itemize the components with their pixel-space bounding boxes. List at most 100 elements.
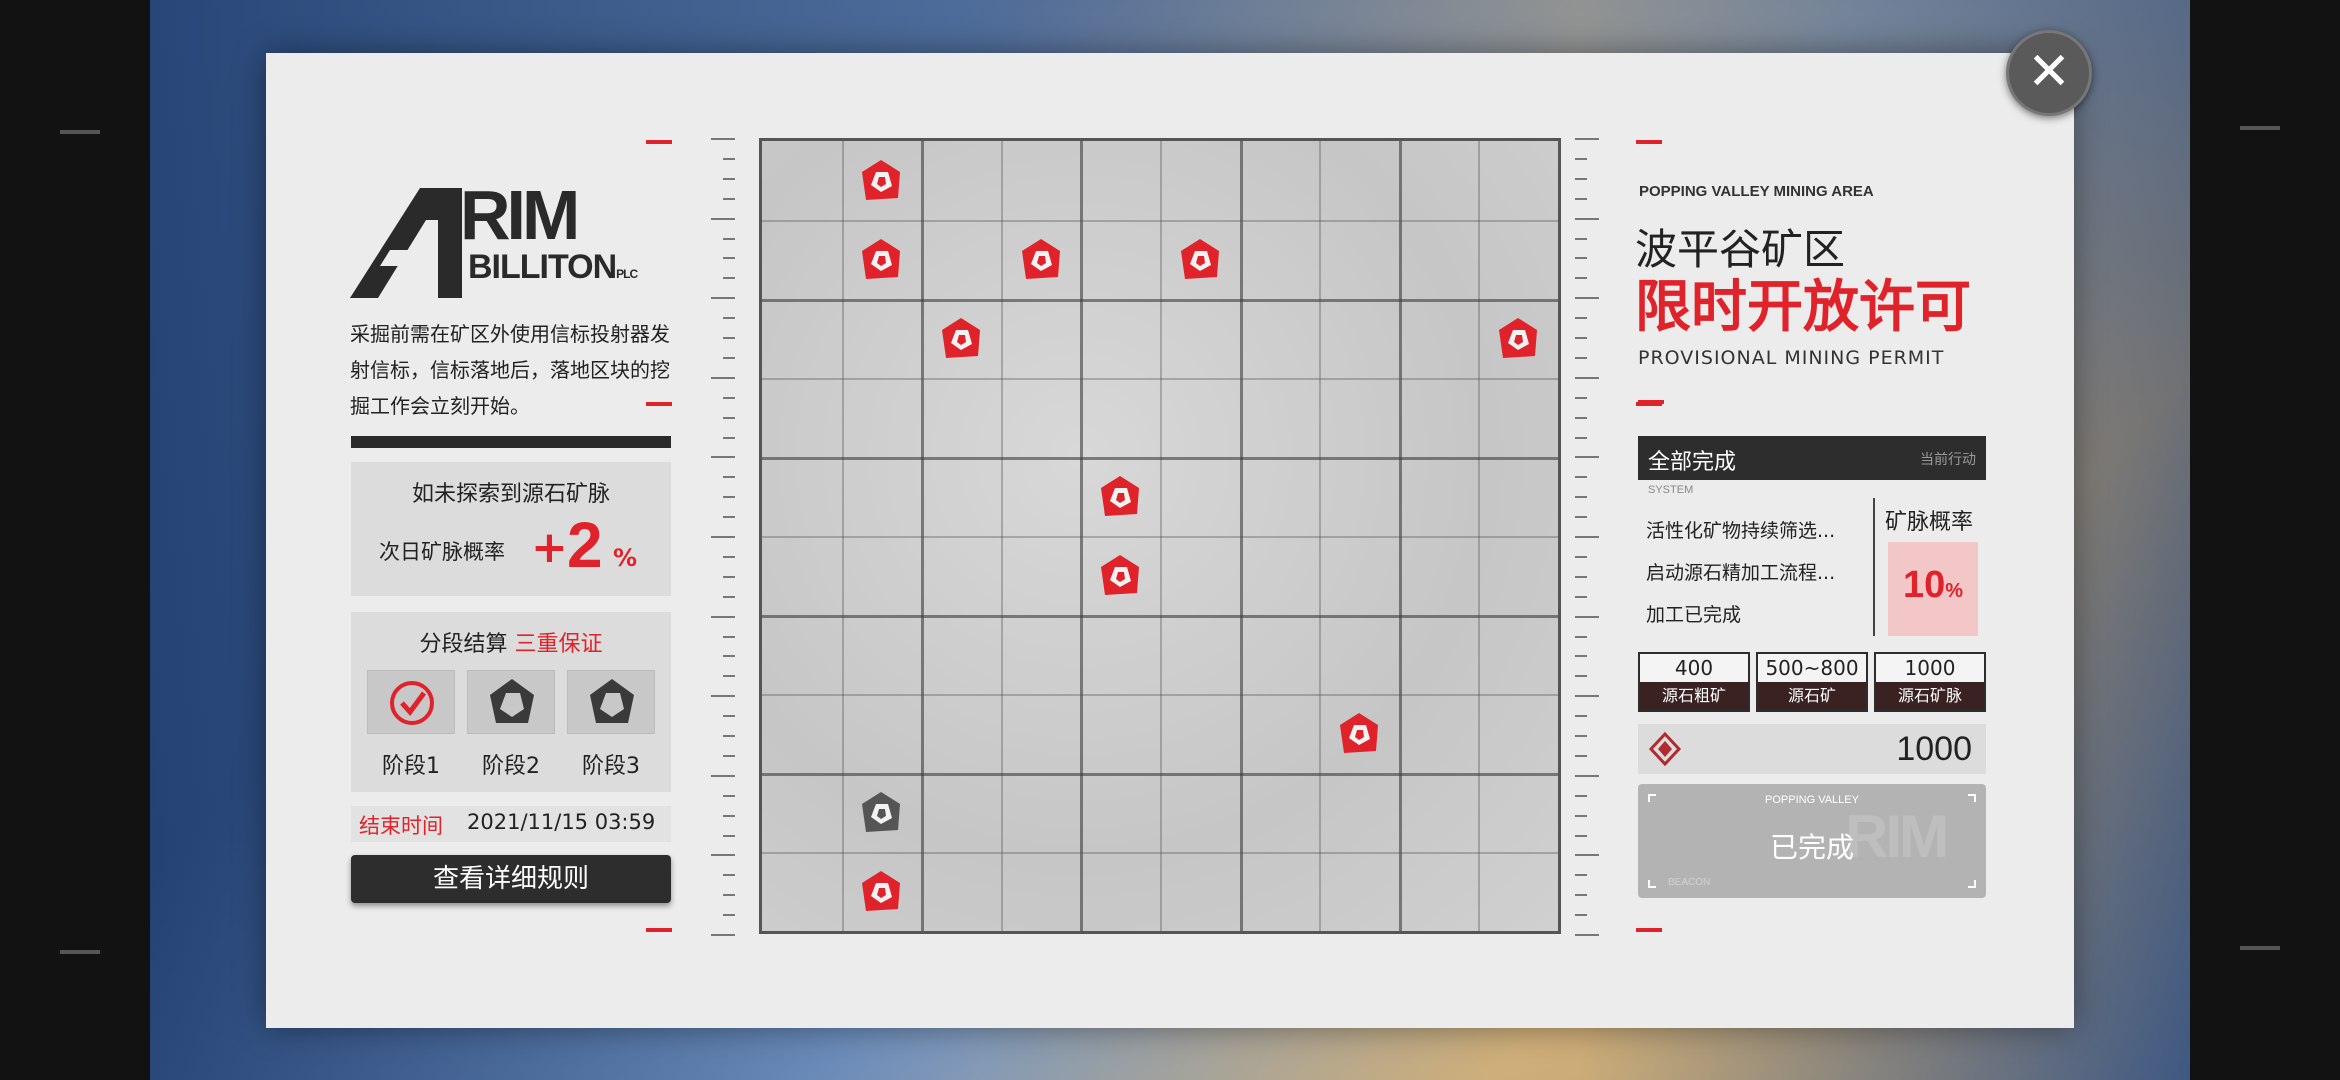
ruler-tick	[1575, 476, 1587, 479]
ruler-tick	[723, 575, 735, 578]
ruler-tick	[1575, 536, 1599, 538]
card-corner	[1968, 880, 1976, 888]
card-corner	[1968, 794, 1976, 802]
frame-tick	[60, 130, 100, 134]
ore-marker-icon[interactable]	[1495, 316, 1541, 362]
stage2-label: 阶段2	[482, 754, 540, 779]
stage3-label: 阶段3	[582, 754, 640, 779]
ore-marker-icon[interactable]	[858, 158, 904, 204]
ruler-tick	[1575, 177, 1587, 180]
ruler-tick	[711, 456, 735, 459]
stages-title: 分段结算 三重保证	[419, 632, 603, 657]
bonus-box: 如未探索到源石矿脉 次日矿脉概率 + 2 %	[351, 462, 671, 596]
card-beacon-label: BEACON	[1668, 877, 1711, 888]
bonus-unit: %	[613, 544, 638, 572]
ruler-tick	[1575, 456, 1599, 459]
ruler-tick	[1575, 157, 1587, 160]
ruler-tick	[1575, 496, 1587, 499]
frame-tick	[60, 950, 100, 954]
bonus-line1: 如未探索到源石矿脉	[411, 482, 610, 507]
tier-card: 1000 源石矿脉	[1874, 652, 1986, 712]
ruler-tick	[1575, 138, 1599, 140]
ruler-tick	[711, 854, 735, 857]
ore-marker-icon[interactable]	[1018, 237, 1064, 283]
area-subtitle: POPPING VALLEY MINING AREA	[1639, 183, 1874, 200]
ruler-tick	[723, 595, 735, 598]
ruler-tick	[1575, 754, 1587, 757]
bonus-plus: +	[531, 522, 568, 573]
ruler-mark	[1636, 928, 1662, 932]
bonus-value: 2	[567, 509, 603, 581]
ruler-tick	[1575, 695, 1599, 698]
ruler-tick	[1575, 416, 1587, 419]
view-rules-button[interactable]: 查看详细规则	[351, 855, 671, 903]
log-line: 活性化矿物持续筛选...	[1646, 520, 1836, 542]
ruler-tick	[1575, 197, 1587, 200]
ruler-tick	[723, 177, 735, 180]
ruler-tick	[723, 794, 735, 797]
ruler-tick	[711, 376, 735, 379]
ruler-tick	[1575, 237, 1587, 240]
ore-marker-gray-icon[interactable]	[858, 790, 904, 836]
bonus-line2: 次日矿脉概率	[379, 540, 505, 564]
ruler-tick	[1575, 894, 1587, 897]
ore-marker-icon[interactable]	[858, 869, 904, 915]
ruler-tick	[723, 894, 735, 897]
ore-marker-icon[interactable]	[1177, 237, 1223, 283]
company-logo: RIM BILLITONPLC	[350, 180, 640, 300]
ruler-tick	[723, 317, 735, 320]
ruler-tick	[723, 356, 735, 359]
ruler-tick	[1575, 356, 1587, 359]
ore-marker-icon[interactable]	[1097, 553, 1143, 599]
log-line: 加工已完成	[1646, 604, 1742, 626]
ruler-tick	[723, 197, 735, 200]
grid-line	[762, 773, 1558, 776]
log-line: 启动源石精加工流程...	[1646, 562, 1836, 584]
card-corner	[1648, 794, 1656, 802]
ruler-tick	[1575, 396, 1587, 399]
ore-count: 1000	[1896, 730, 1972, 768]
frame-tick	[2240, 126, 2280, 130]
completed-card[interactable]: RIM POPPING VALLEY 已完成 BEACON	[1638, 784, 1986, 898]
ruler-tick	[1575, 595, 1587, 598]
ore-marker-icon[interactable]	[1097, 474, 1143, 520]
ruler-tick	[723, 834, 735, 837]
tier-value: 1000	[1904, 656, 1956, 680]
ruler-tick	[1575, 277, 1587, 280]
grid-line	[762, 220, 1558, 222]
map-ruler-left	[705, 138, 735, 936]
permit-title-en: PROVISIONAL MINING PERMIT	[1638, 347, 1945, 369]
ore-marker-icon[interactable]	[858, 237, 904, 283]
mining-map[interactable]	[759, 138, 1561, 934]
ruler-tick	[1575, 297, 1599, 300]
right-frame	[2190, 0, 2340, 1080]
logo-billiton: BILLITONPLC	[468, 248, 638, 286]
ruler-tick	[711, 217, 735, 220]
ruler-tick	[711, 536, 735, 538]
status-bar: 全部完成 当前行动	[1638, 436, 1986, 480]
tier-label: 源石粗矿	[1640, 682, 1748, 710]
ruler-tick	[723, 476, 735, 479]
stage2-ore-icon	[467, 670, 555, 734]
end-time-label: 结束时间	[359, 814, 443, 838]
ruler-tick	[723, 257, 735, 260]
stage3-ore-icon	[567, 670, 655, 734]
ruler-tick	[1575, 555, 1587, 558]
ruler-tick	[1575, 814, 1587, 817]
ruler-mark	[1636, 140, 1662, 144]
ruler-tick	[1575, 874, 1587, 877]
ruler-tick	[723, 516, 735, 519]
end-time-value: 2021/11/15 03:59	[467, 810, 656, 834]
ore-marker-icon[interactable]	[1336, 711, 1382, 757]
status-sub: 当前行动	[1920, 452, 1976, 468]
tier-label: 源石矿脉	[1876, 682, 1984, 710]
ruler-tick	[711, 615, 735, 618]
ruler-mark	[646, 140, 672, 144]
ruler-tick	[1575, 376, 1599, 379]
close-button[interactable]: ✕	[2006, 30, 2092, 116]
ore-marker-icon[interactable]	[938, 316, 984, 362]
grid-line	[762, 299, 1558, 302]
ruler-tick	[1575, 575, 1587, 578]
ruler-tick	[723, 635, 735, 638]
ruler-tick	[723, 496, 735, 499]
